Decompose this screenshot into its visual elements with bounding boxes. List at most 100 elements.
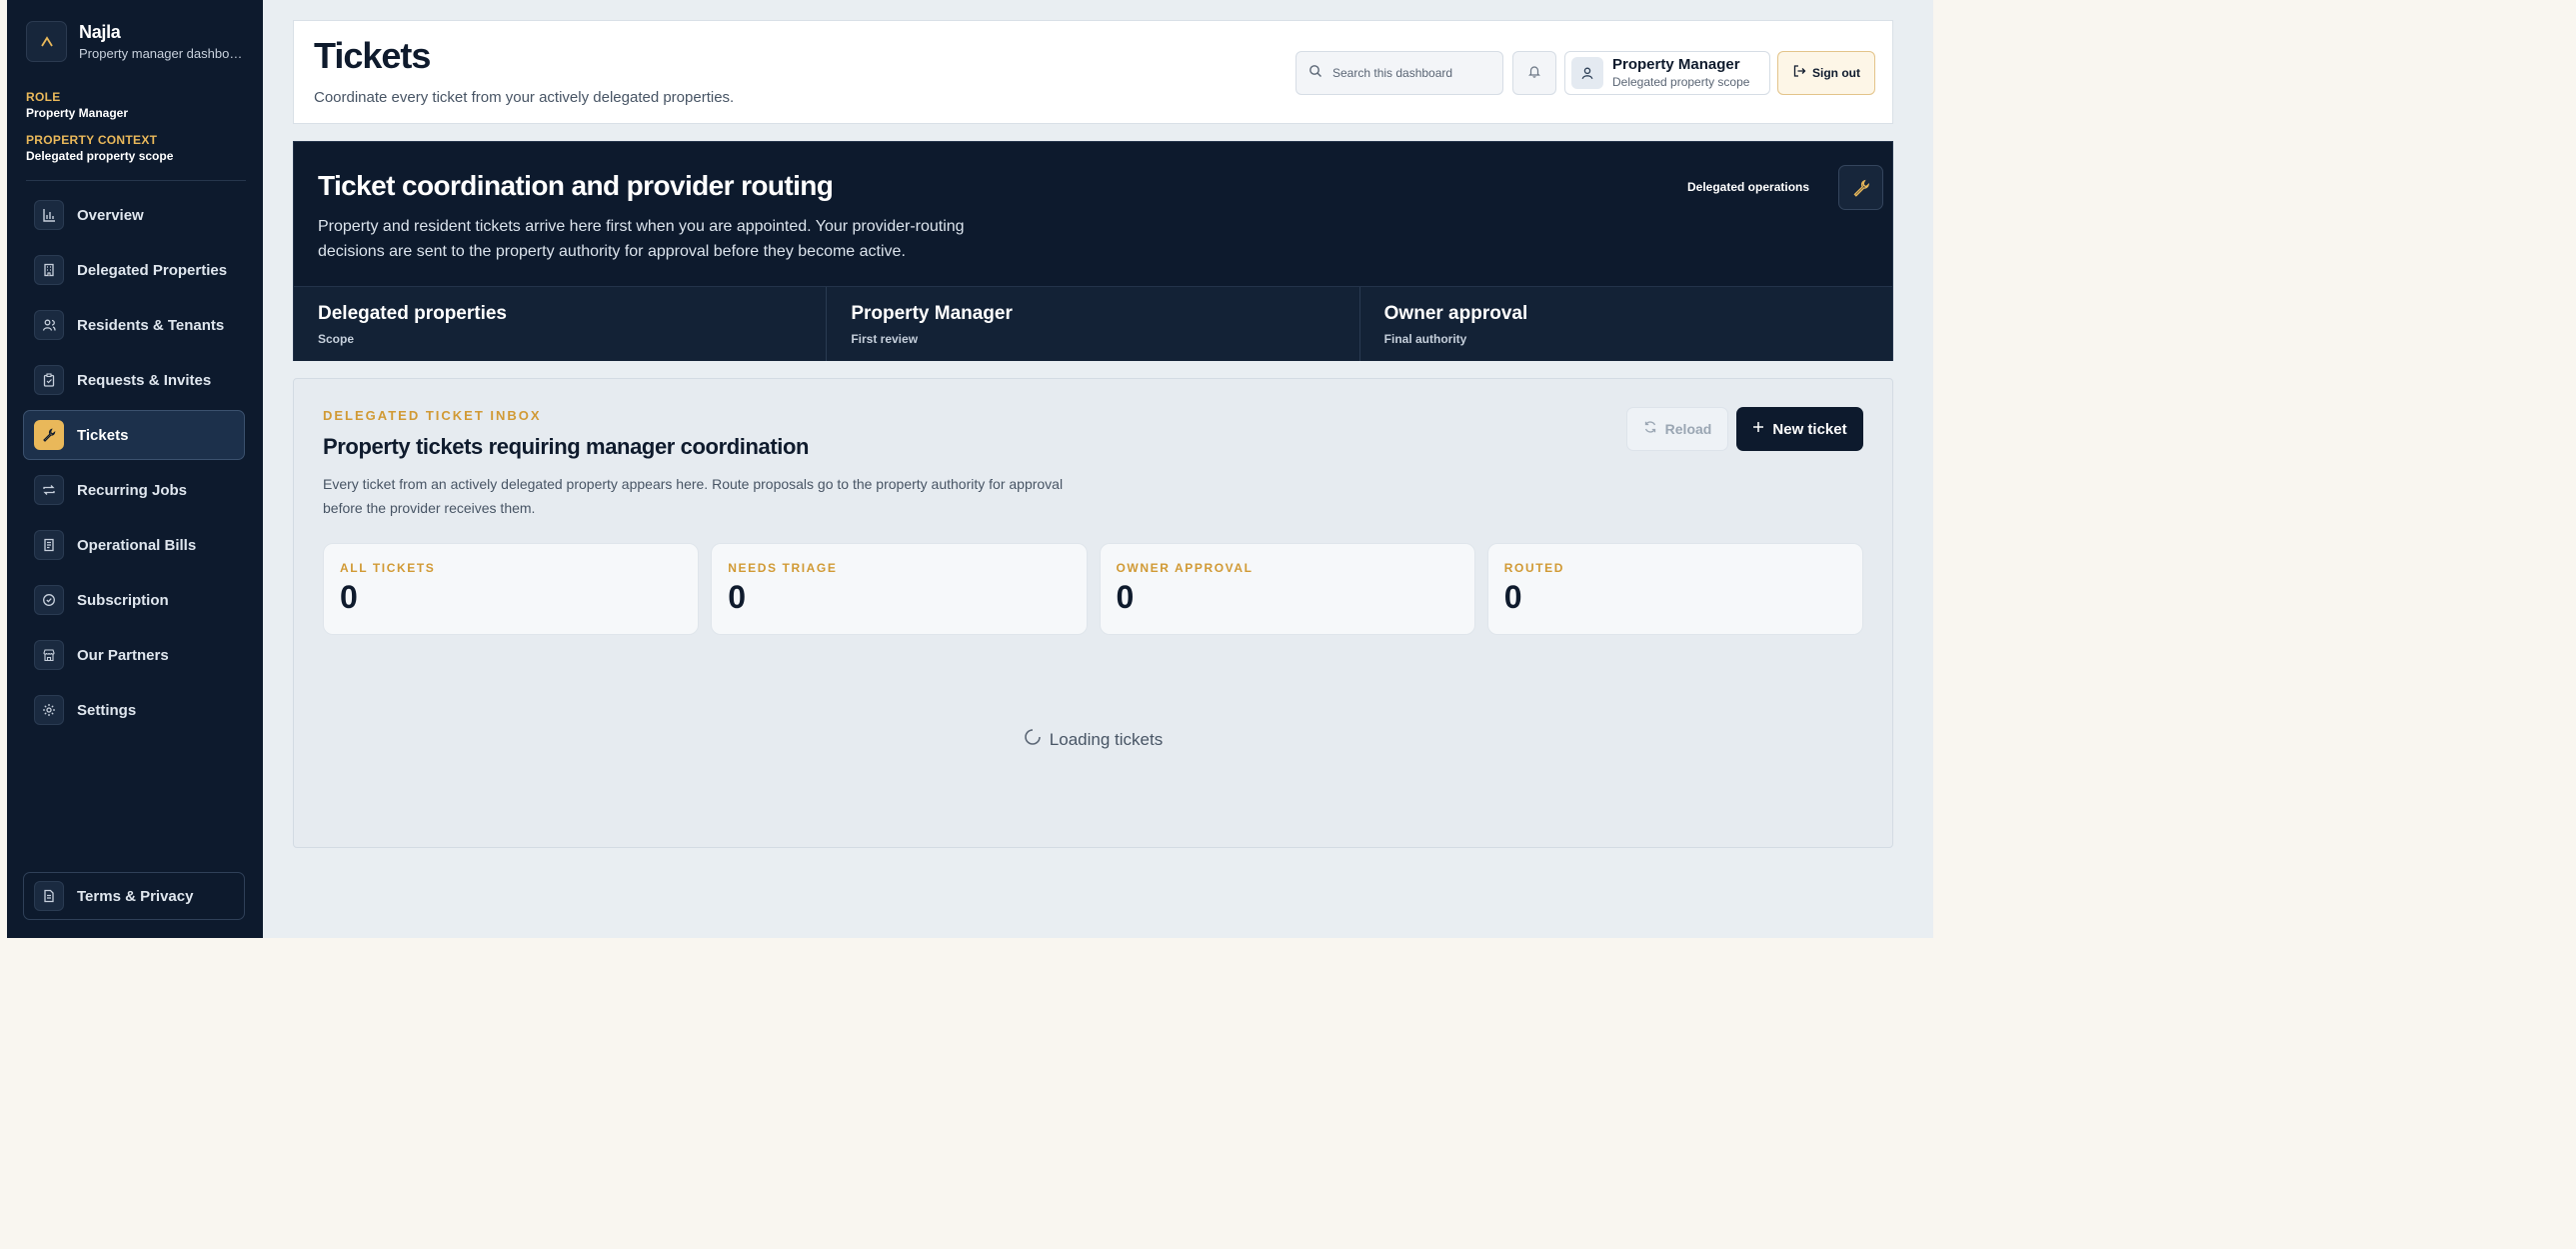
building-icon [34,255,64,285]
hero-description: Property and resident tickets arrive her… [318,218,965,260]
search-icon [1308,64,1322,83]
sidebar-item-our-partners[interactable]: Our Partners [23,630,245,680]
metric-value: 0 [340,579,358,615]
context-value: Delegated property scope [26,149,174,163]
metric-label: NEEDS TRIAGE [728,561,838,575]
hero-stat: Owner approval Final authority [1360,287,1892,361]
metric-card: ALL TICKETS 0 [323,543,700,635]
loading-indicator: Loading tickets [294,728,1892,751]
loading-label: Loading tickets [1049,729,1164,749]
hero-stat-title: Property Manager [851,303,1013,324]
hero-stat-sub: Scope [318,332,355,346]
sidebar-item-label: Residents & Tenants [77,316,225,334]
metric-label: OWNER APPROVAL [1116,561,1254,575]
spinner-icon [1024,728,1042,751]
page-subtitle: Coordinate every ticket from your active… [314,89,735,106]
brand-logo-icon [26,21,67,62]
sidebar-item-subscription[interactable]: Subscription [23,575,245,625]
brand-name: Najla [79,22,121,42]
role-value: Property Manager [26,106,129,120]
sidebar-item-settings[interactable]: Settings [23,685,245,735]
sign-out-label: Sign out [1812,66,1860,80]
metric-label: ALL TICKETS [340,561,436,575]
sidebar-nav: Overview Delegated Properties Residents … [23,190,245,740]
inbox-eyebrow: DELEGATED TICKET INBOX [323,408,542,423]
sidebar-item-label: Overview [77,206,144,224]
metric-value: 0 [728,579,747,615]
sidebar-item-label: Our Partners [77,646,169,664]
store-icon [34,640,64,670]
main-content: Tickets Coordinate every ticket from you… [263,0,1933,938]
sidebar-item-label: Settings [77,701,137,719]
sidebar-item-overview[interactable]: Overview [23,190,245,240]
hero-panel: Ticket coordination and provider routing… [293,141,1893,361]
new-ticket-label: New ticket [1772,420,1847,438]
terms-privacy-link[interactable]: Terms & Privacy [23,872,245,920]
repeat-icon [34,475,64,505]
search-input[interactable]: Search this dashboard [1295,51,1503,95]
inbox-description: Every ticket from an actively delegated … [323,476,1064,516]
sidebar-item-label: Delegated Properties [77,261,228,279]
brand-subtitle: Property manager dashboard [79,46,244,61]
sidebar-item-operational-bills[interactable]: Operational Bills [23,520,245,570]
hero-stat-sub: Final authority [1383,332,1467,346]
metric-value: 0 [1503,579,1522,615]
hero-title: Ticket coordination and provider routing [318,170,834,201]
terms-label: Terms & Privacy [77,887,194,905]
users-icon [34,310,64,340]
receipt-icon [34,530,64,560]
brand: Najla Property manager dashboard [26,21,244,62]
sidebar-meta: ROLE Property Manager PROPERTY CONTEXT D… [26,89,173,175]
ticket-inbox: DELEGATED TICKET INBOX Property tickets … [293,378,1893,848]
ticket-metrics: ALL TICKETS 0 NEEDS TRIAGE 0 OWNER APPRO… [323,543,1863,635]
gear-icon [34,695,64,725]
bar-chart-icon [34,200,64,230]
sidebar-item-delegated-properties[interactable]: Delegated Properties [23,245,245,295]
new-ticket-button[interactable]: New ticket [1736,407,1863,451]
hero-stat-title: Owner approval [1383,303,1528,324]
metric-value: 0 [1116,579,1135,615]
search-placeholder: Search this dashboard [1332,66,1453,80]
sidebar-item-label: Subscription [77,591,169,609]
page-header: Tickets Coordinate every ticket from you… [293,20,1893,124]
app-window: Najla Property manager dashboard ROLE Pr… [7,0,1933,938]
metric-card: NEEDS TRIAGE 0 [711,543,1088,635]
bell-icon [1527,64,1541,83]
plus-icon [1752,420,1764,438]
hero-stats: Delegated properties Scope Property Mana… [294,286,1892,361]
sidebar-item-requests-invites[interactable]: Requests & Invites [23,355,245,405]
sign-out-icon [1792,64,1806,83]
reload-button[interactable]: Reload [1626,407,1728,451]
user-name: Property Manager [1612,56,1740,73]
hero-stat: Property Manager First review [827,287,1360,361]
user-scope: Delegated property scope [1612,75,1750,89]
sidebar-item-label: Operational Bills [77,536,197,554]
page-title: Tickets [314,35,431,76]
sidebar-item-label: Tickets [77,426,129,444]
badge-check-icon [34,585,64,615]
user-menu[interactable]: Property Manager Delegated property scop… [1564,51,1770,95]
sidebar-item-tickets[interactable]: Tickets [23,410,245,460]
hero-wrench-icon [1838,165,1883,210]
hero-stat-sub: First review [851,332,919,346]
role-label: ROLE [26,90,61,104]
hero-stat: Delegated properties Scope [294,287,828,361]
metric-card: OWNER APPROVAL 0 [1099,543,1475,635]
metric-label: ROUTED [1503,561,1565,575]
user-avatar-icon [1571,57,1603,89]
inbox-title: Property tickets requiring manager coord… [323,434,810,459]
document-icon [34,881,64,911]
context-label: PROPERTY CONTEXT [26,133,158,147]
reload-label: Reload [1664,421,1712,437]
sidebar-item-recurring-jobs[interactable]: Recurring Jobs [23,465,245,515]
refresh-icon [1643,420,1657,439]
hero-stat-title: Delegated properties [318,303,507,324]
notifications-button[interactable] [1512,51,1556,95]
metric-card: ROUTED 0 [1486,543,1863,635]
sidebar-item-label: Recurring Jobs [77,481,188,499]
sign-out-button[interactable]: Sign out [1777,51,1875,95]
sidebar-item-residents-tenants[interactable]: Residents & Tenants [23,300,245,350]
sidebar-item-label: Requests & Invites [77,371,212,389]
sidebar-divider [26,180,246,181]
sidebar: Najla Property manager dashboard ROLE Pr… [7,0,263,938]
